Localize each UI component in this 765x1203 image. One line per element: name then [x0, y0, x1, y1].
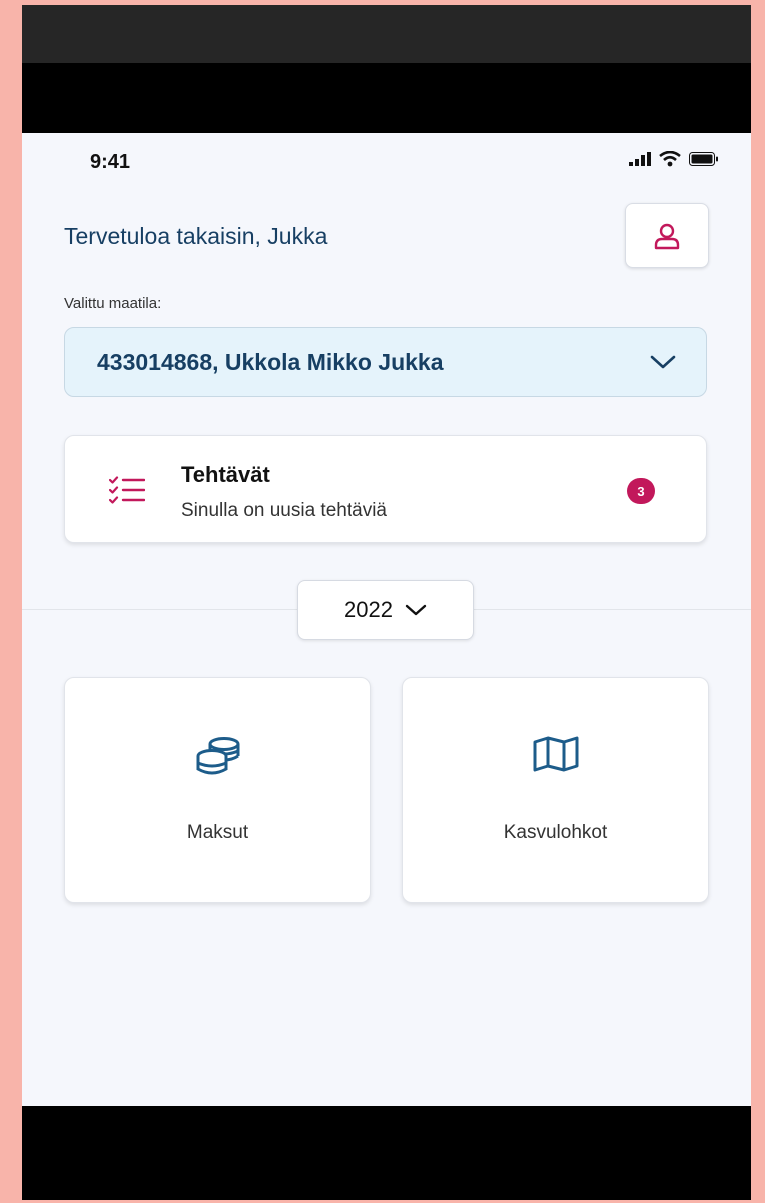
year-select-value: 2022	[344, 597, 393, 622]
bottom-bar	[22, 1106, 751, 1200]
map-icon	[533, 736, 578, 772]
device-frame: 9:41 Tervetuloa takaisin, Jukka Valittu …	[22, 5, 751, 1200]
farm-select[interactable]: 433014868, Ukkola Mikko Jukka	[64, 327, 707, 397]
tasks-title: Tehtävät	[181, 462, 270, 487]
task-list-icon	[109, 476, 145, 504]
user-icon	[654, 223, 680, 249]
profile-button[interactable]	[625, 203, 709, 268]
tasks-card[interactable]: Tehtävät Sinulla on uusia tehtäviä 3	[64, 435, 707, 543]
chevron-down-icon	[650, 355, 676, 369]
chevron-down-icon	[405, 604, 427, 616]
parcels-tile-label: Kasvulohkot	[503, 822, 608, 843]
farm-select-value: 433014868, Ukkola Mikko Jukka	[97, 348, 444, 375]
coins-icon	[196, 737, 239, 775]
payments-tile[interactable]: Maksut	[64, 677, 371, 903]
greeting-title: Tervetuloa takaisin, Jukka	[64, 223, 328, 249]
tasks-subtitle: Sinulla on uusia tehtäviä	[181, 500, 387, 521]
status-bar: 9:41	[22, 133, 751, 187]
app-screen: 9:41 Tervetuloa takaisin, Jukka Valittu …	[22, 133, 751, 1106]
farm-select-label: Valittu maatila:	[64, 295, 162, 312]
battery-icon	[689, 152, 718, 166]
signal-icon	[629, 152, 651, 166]
status-icons	[629, 151, 719, 167]
status-time: 9:41	[90, 151, 131, 173]
year-select[interactable]: 2022	[297, 580, 474, 640]
top-bar	[22, 5, 751, 63]
payments-tile-label: Maksut	[186, 822, 249, 843]
parcels-tile[interactable]: Kasvulohkot	[402, 677, 709, 903]
tasks-count-badge: 3	[627, 478, 655, 504]
wifi-icon	[659, 151, 681, 167]
